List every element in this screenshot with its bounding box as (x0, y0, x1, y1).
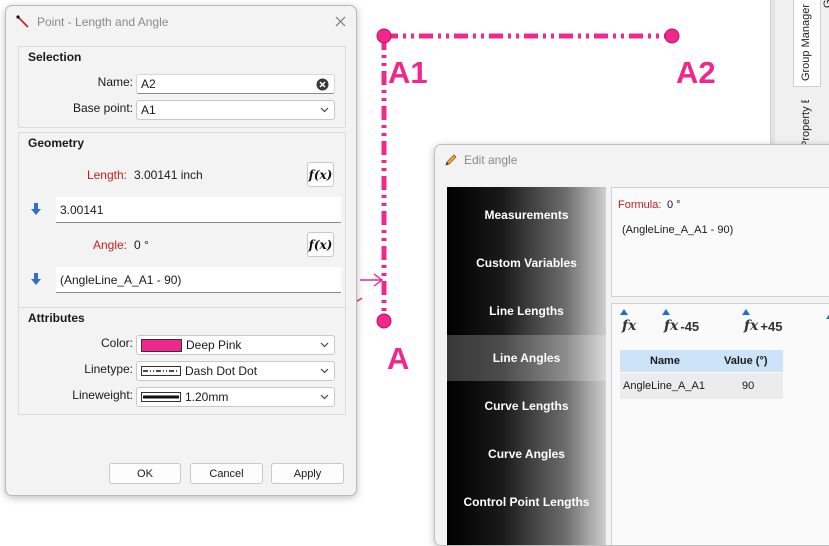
table-row[interactable]: AngleLine_A_A1 90 (620, 373, 783, 399)
plus45-label: +45 (760, 318, 783, 334)
chevron-down-icon (320, 394, 329, 400)
point-a1-marker[interactable] (376, 28, 392, 44)
point-length-angle-dialog: Point - Length and Angle Selection Name:… (5, 5, 357, 496)
formula-label: Formula: (618, 199, 662, 211)
insert-fx-button[interactable]: fx (620, 309, 637, 336)
geometry-group: Geometry Length: 3.00141 inch f(x) 3.001… (18, 132, 346, 310)
selection-group: Selection Name: A2 Base point: A1 (18, 46, 346, 128)
variables-panel: fx fx -45 fx +45 Name Value (°) AngleLin… (611, 303, 829, 545)
attributes-header: Attributes (28, 311, 85, 325)
tab-group-manager[interactable]: Group Manager (800, 4, 812, 81)
apply-button[interactable]: Apply (271, 463, 344, 484)
ok-button[interactable]: OK (109, 463, 181, 484)
arrow-up-icon (742, 309, 750, 315)
insert-fx-plus45-button[interactable]: fx +45 (742, 309, 783, 336)
edit-angle-dialog: Edit angle Measurements Custom Variables… (434, 144, 829, 546)
minus45-label: -45 (680, 318, 700, 334)
base-point-value: A1 (141, 103, 156, 117)
fx-icon: fx (744, 318, 759, 334)
linetype-select[interactable]: Dash Dot Dot (136, 361, 335, 381)
angle-formula-input[interactable]: (AngleLine_A_A1 - 90) (56, 267, 341, 293)
formula-value: 0 ° (667, 199, 681, 211)
point-label-a1: A1 (388, 55, 428, 90)
fx-icon: fx (622, 318, 637, 334)
fx-icon: fx (664, 318, 679, 334)
color-label: Color: (100, 336, 133, 350)
length-label: Length: (86, 168, 127, 182)
geometry-header: Geometry (28, 136, 85, 150)
point-label-a: A (387, 341, 410, 376)
color-select[interactable]: Deep Pink (136, 335, 335, 355)
lineweight-select[interactable]: 1.20mm (136, 387, 335, 407)
close-icon[interactable] (335, 16, 346, 27)
variable-category-sidebar: Measurements Custom Variables Line Lengt… (447, 187, 606, 545)
variables-table-header: Name Value (°) (620, 350, 783, 372)
base-point-label: Base point: (72, 101, 133, 115)
chevron-down-icon (320, 342, 329, 348)
length-formula-input[interactable]: 3.00141 (56, 197, 341, 223)
name-value: A2 (141, 77, 156, 91)
arrow-up-icon (620, 309, 628, 315)
name-label: Name: (97, 75, 133, 89)
selection-header: Selection (28, 50, 82, 64)
formula-panel: Formula: 0 ° (AngleLine_A_A1 - 90) (611, 187, 829, 297)
fx-icon: f(x) (308, 237, 333, 252)
insert-fx-minus45-button[interactable]: fx -45 (662, 309, 700, 336)
fx-icon: f(x) (308, 167, 333, 182)
line-tool-icon (16, 15, 29, 28)
lineweight-label: Lineweight: (72, 388, 133, 402)
attributes-group: Attributes Color: Deep Pink Linetype: Da… (18, 307, 346, 415)
formula-textarea[interactable]: (AngleLine_A_A1 - 90) (616, 216, 829, 290)
arrow-up-icon (662, 309, 670, 315)
sidebar-item-line-lengths[interactable]: Line Lengths (447, 288, 606, 334)
lineweight-preview-icon (141, 392, 181, 402)
linetype-value: Dash Dot Dot (185, 364, 258, 378)
sidebar-item-measurements[interactable]: Measurements (447, 192, 606, 238)
color-value: Deep Pink (186, 338, 242, 352)
chevron-down-icon (320, 368, 329, 374)
base-point-select[interactable]: A1 (136, 100, 335, 120)
variable-value: 90 (742, 380, 755, 392)
linetype-label: Linetype: (84, 362, 133, 376)
angle-value: 0 ° (134, 238, 149, 252)
arrow-down-icon[interactable] (30, 202, 42, 216)
angle-formula-text: (AngleLine_A_A1 - 90) (60, 272, 182, 287)
sidebar-item-control-point-lengths[interactable]: Control Point Lengths (447, 479, 606, 525)
color-swatch (141, 338, 182, 352)
pencil-icon (445, 154, 457, 166)
sidebar-item-curve-angles[interactable]: Curve Angles (447, 431, 606, 477)
dialog-title: Point - Length and Angle (37, 15, 169, 29)
chevron-down-icon (320, 107, 329, 113)
point-a2-marker[interactable] (664, 28, 680, 44)
tab-g[interactable]: G (822, 0, 829, 8)
linetype-preview-icon (141, 366, 181, 376)
arrow-icon (360, 273, 384, 287)
angle-formula-button[interactable]: f(x) (307, 232, 334, 257)
name-input[interactable]: A2 (136, 74, 335, 94)
point-a-marker[interactable] (376, 313, 392, 329)
clear-icon[interactable] (316, 78, 329, 91)
edit-angle-title: Edit angle (464, 153, 518, 167)
variable-name: AngleLine_A_A1 (623, 380, 705, 392)
cancel-button[interactable]: Cancel (190, 463, 263, 484)
column-header-name[interactable]: Name (650, 355, 680, 367)
tab-property-editor[interactable]: Property Editor (800, 100, 812, 148)
angle-label: Angle: (92, 238, 127, 252)
sidebar-item-curve-lengths[interactable]: Curve Lengths (447, 383, 606, 429)
length-formula-button[interactable]: f(x) (307, 162, 334, 187)
arrow-down-icon[interactable] (30, 272, 42, 286)
length-formula-text: 3.00141 (60, 202, 104, 217)
length-value: 3.00141 inch (134, 168, 203, 182)
column-header-value[interactable]: Value (°) (724, 355, 768, 367)
sidebar-item-line-angles[interactable]: Line Angles (447, 335, 606, 381)
sidebar-item-custom-variables[interactable]: Custom Variables (447, 240, 606, 286)
point-label-a2: A2 (676, 55, 716, 90)
lineweight-value: 1.20mm (185, 390, 229, 404)
